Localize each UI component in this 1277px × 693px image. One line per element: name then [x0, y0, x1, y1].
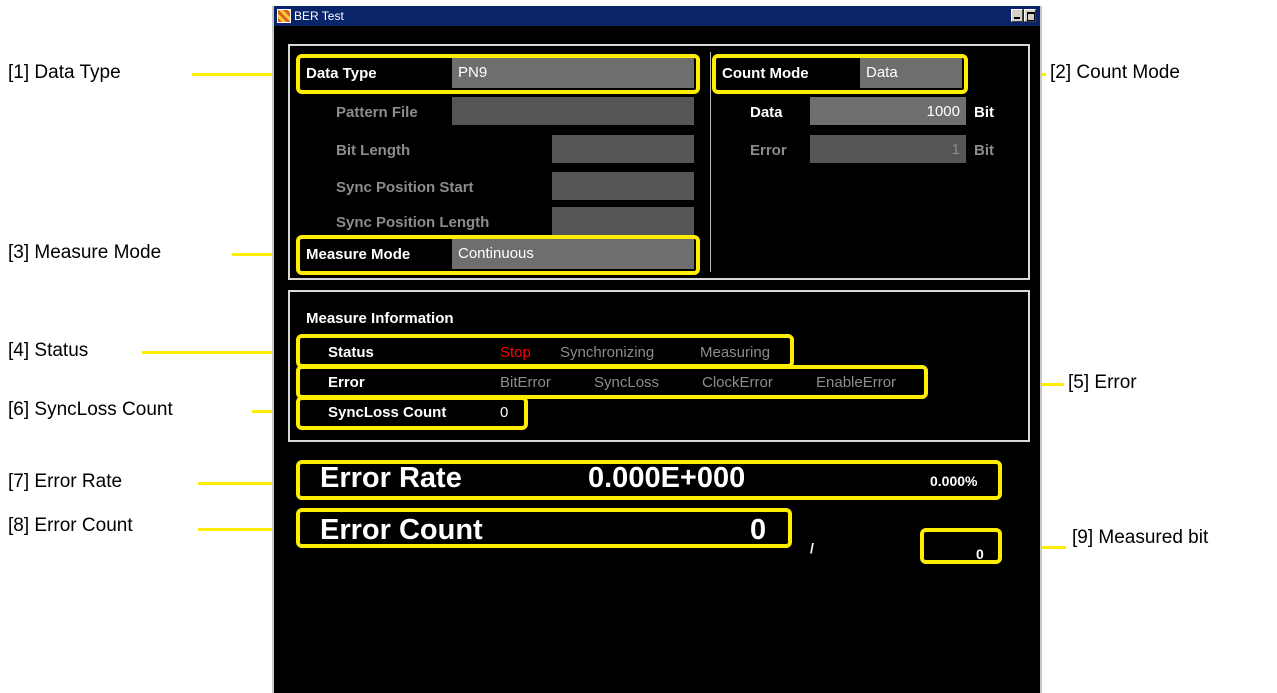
settings-divider	[710, 52, 711, 272]
minimize-button[interactable]	[1011, 9, 1023, 22]
sync-length-field[interactable]	[552, 207, 694, 235]
pattern-file-label: Pattern File	[336, 104, 418, 121]
highlight-error-count	[296, 508, 792, 548]
measure-info-title: Measure Information	[306, 310, 454, 327]
app-icon	[277, 9, 291, 23]
callout-measure-mode: [3] Measure Mode	[8, 242, 162, 263]
bit-length-label: Bit Length	[336, 142, 411, 159]
data-count-field[interactable]: 1000	[810, 97, 966, 125]
separator-slash: /	[810, 540, 814, 556]
highlight-count-mode	[712, 54, 968, 94]
sync-start-field[interactable]	[552, 172, 694, 200]
sync-start-label: Sync Position Start	[336, 179, 474, 196]
callout-data-type: [1] Data Type	[8, 62, 121, 83]
highlight-error-rate	[296, 460, 1002, 500]
callout-error: [5] Error	[1068, 372, 1137, 393]
window-controls	[1011, 9, 1036, 22]
ber-test-window: BER Test Data Type PN9 Pattern File Bit …	[272, 6, 1042, 693]
callout-status: [4] Status	[8, 340, 89, 361]
highlight-data-type	[296, 54, 700, 94]
callout-error-rate: [7] Error Rate	[8, 471, 123, 492]
highlight-syncloss	[296, 396, 528, 430]
data-count-label: Data	[750, 104, 783, 121]
sync-length-label: Sync Position Length	[336, 214, 490, 231]
highlight-status	[296, 334, 794, 368]
callout-error-count: [8] Error Count	[8, 515, 133, 536]
highlight-measured-bit	[920, 528, 1002, 564]
bit-length-field[interactable]	[552, 135, 694, 163]
highlight-measure-mode	[296, 235, 700, 275]
highlight-error	[296, 365, 928, 399]
pattern-file-field[interactable]	[452, 97, 694, 125]
maximize-button[interactable]	[1024, 9, 1036, 22]
window-title: BER Test	[294, 9, 344, 23]
callout-measured-bit: [9] Measured bit	[1072, 527, 1209, 548]
title-bar[interactable]: BER Test	[274, 6, 1040, 26]
error-count-setting-field[interactable]: 1	[810, 135, 966, 163]
callout-count-mode: [2] Count Mode	[1050, 62, 1180, 83]
error-count-setting-unit: Bit	[974, 142, 994, 159]
error-count-setting-label: Error	[750, 142, 787, 159]
callout-syncloss-count: [6] SyncLoss Count	[8, 399, 173, 420]
data-count-unit: Bit	[974, 104, 994, 121]
